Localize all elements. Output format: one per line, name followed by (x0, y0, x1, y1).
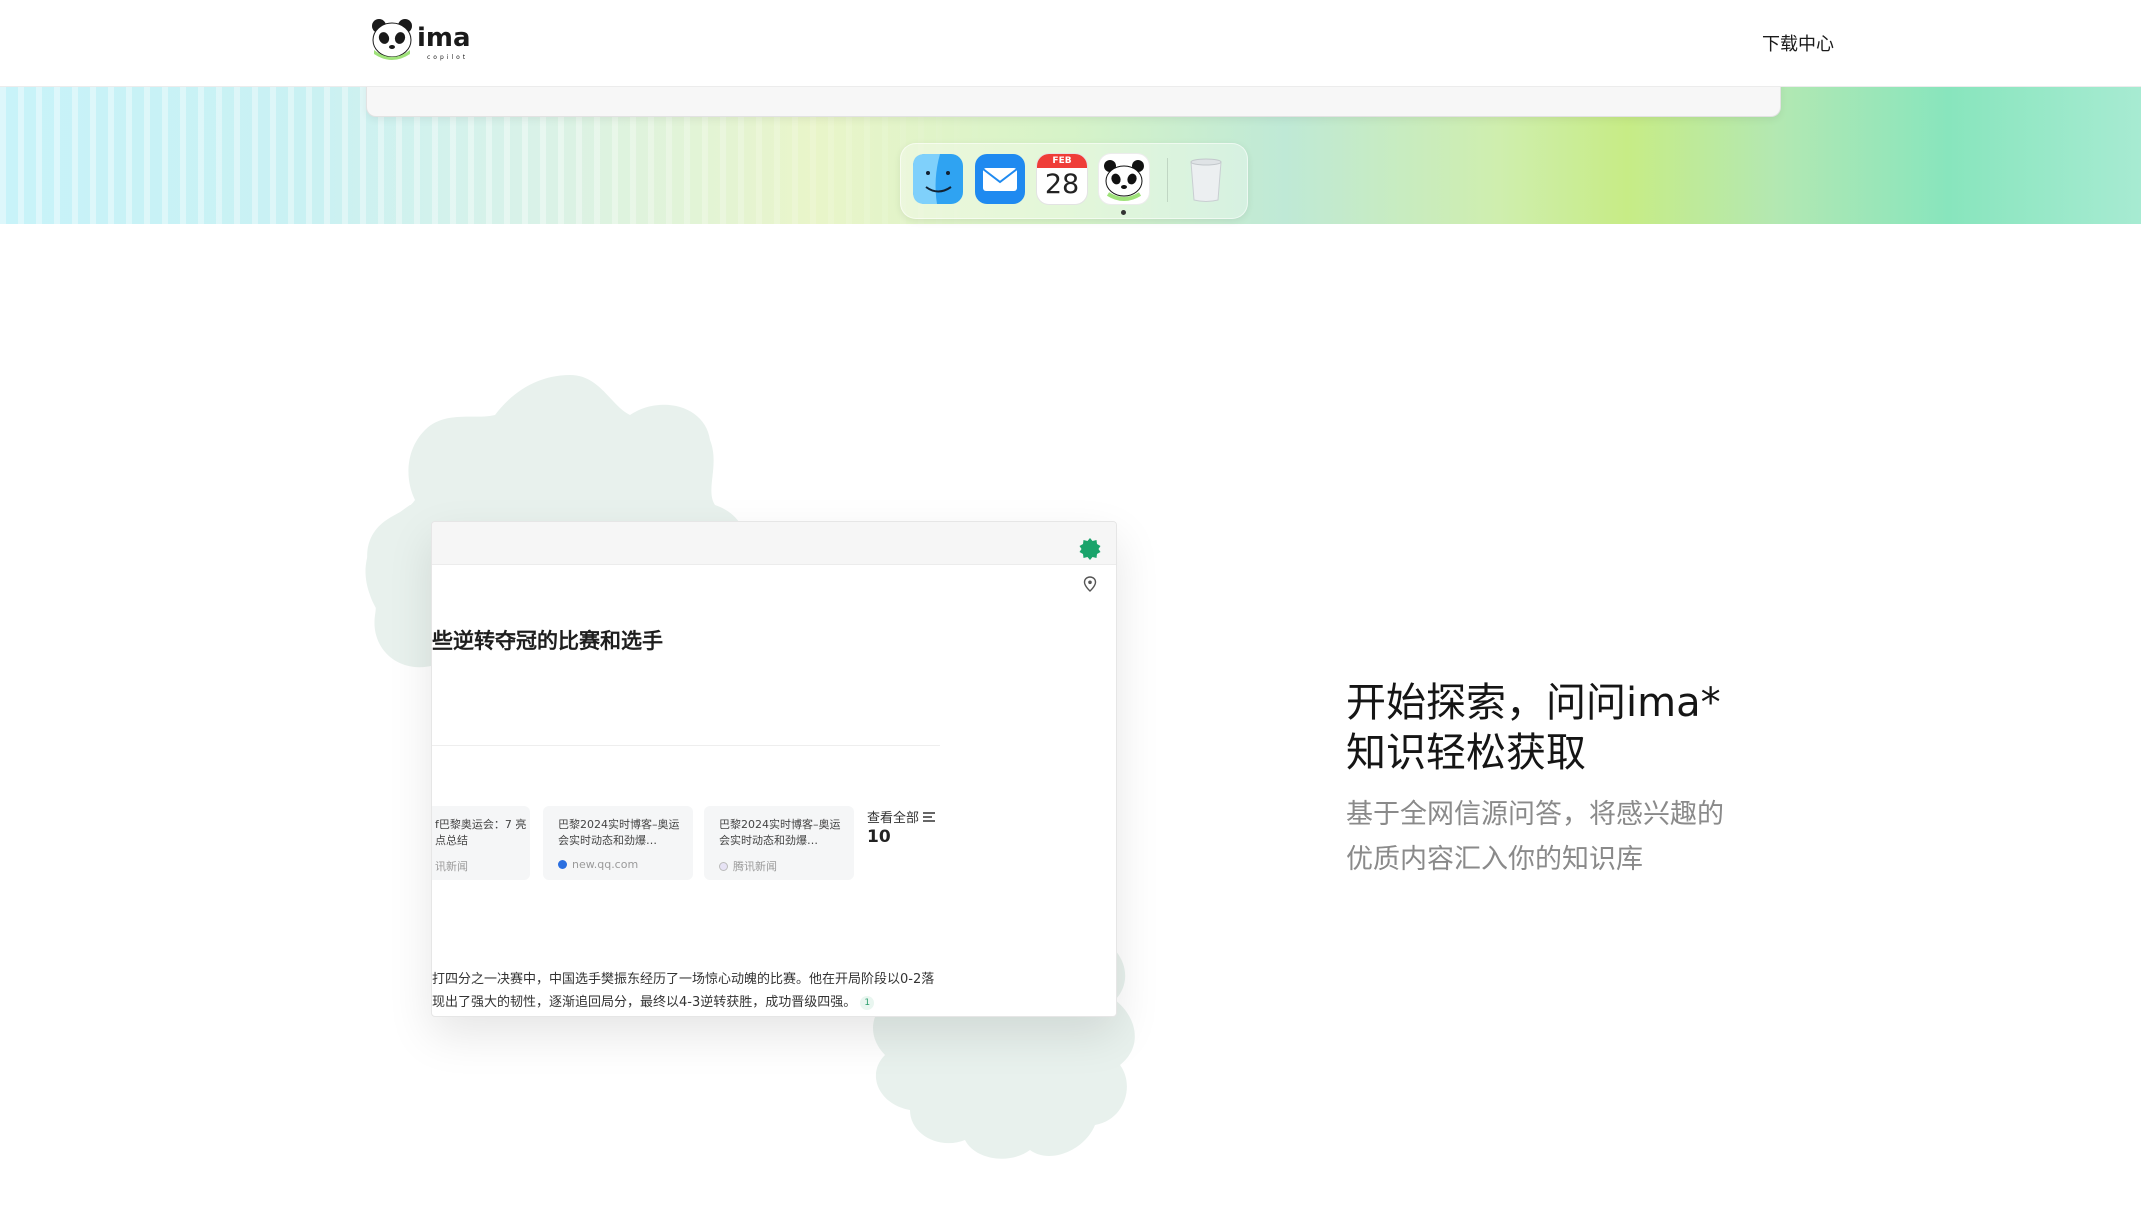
feature-heading: 开始探索，问问ima* 知识轻松获取 (1346, 678, 1906, 778)
source-site: new.qq.com (558, 858, 638, 871)
feature-description: 开始探索，问问ima* 知识轻松获取 基于全网信源问答，将感兴趣的 优质内容汇入… (1346, 678, 1906, 882)
location-pin-icon[interactable] (1083, 576, 1097, 592)
source-title: 巴黎2024实时博客–奥运会实时动态和劲爆… (719, 818, 841, 847)
calendar-month: FEB (1037, 154, 1087, 168)
source-card[interactable]: 巴黎2024实时博客–奥运会实时动态和劲爆… 腾讯新闻 (704, 806, 854, 880)
logo-wordmark: ima (417, 23, 471, 53)
mac-dock: FEB 28 (900, 143, 1248, 219)
sources-count: 10 (867, 827, 891, 847)
source-favicon-icon (558, 860, 567, 869)
source-card[interactable]: 巴黎2024实时博客–奥运会实时动态和劲爆… new.qq.com (543, 806, 693, 880)
active-app-indicator (1121, 210, 1126, 215)
source-site: 讯新闻 (435, 860, 468, 873)
source-title: 巴黎2024实时博客–奥运会实时动态和劲爆… (558, 818, 680, 847)
answer-title: 些逆转夺冠的比赛和选手 (432, 629, 663, 653)
trash-icon[interactable] (1181, 154, 1231, 204)
calendar-icon[interactable]: FEB 28 (1037, 154, 1087, 204)
feature-subtitle-line1: 基于全网信源问答，将感兴趣的 (1346, 799, 1724, 830)
ima-badge-icon (1079, 538, 1101, 560)
calendar-day: 28 (1044, 169, 1080, 200)
source-favicon-icon (719, 862, 728, 871)
answer-line: 打四分之一决赛中，中国选手樊振东经历了一场惊心动魄的比赛。他在开局阶段以0-2落 (432, 972, 935, 987)
card-toolbar (432, 522, 1116, 565)
card-divider (432, 745, 940, 746)
citation-marker[interactable]: 1 (860, 996, 875, 1010)
list-icon (923, 812, 936, 822)
top-nav-bar: ima copilot 下载中心 (0, 0, 2141, 87)
source-title: f巴黎奥运会：7 亮点总结 (435, 818, 527, 847)
ima-panda-icon[interactable] (1099, 154, 1149, 204)
feature-heading-line2: 知识轻松获取 (1346, 730, 1586, 776)
logo-subtext: copilot (427, 54, 468, 61)
feature-subtitle-line2: 优质内容汇入你的知识库 (1346, 844, 1643, 875)
answer-body-text: 打四分之一决赛中，中国选手樊振东经历了一场惊心动魄的比赛。他在开局阶段以0-2落… (432, 968, 952, 1014)
source-card[interactable]: f巴黎奥运会：7 亮点总结 讯新闻 (432, 806, 530, 880)
ima-logo[interactable]: ima copilot (371, 18, 486, 64)
answer-preview-card: 些逆转夺冠的比赛和选手 f巴黎奥运会：7 亮点总结 讯新闻 巴黎2024实时博客… (431, 521, 1117, 1017)
download-center-link[interactable]: 下载中心 (1762, 30, 1834, 56)
source-site: 腾讯新闻 (719, 858, 777, 874)
finder-icon[interactable] (913, 154, 963, 204)
answer-line: 现出了强大的韧性，逐渐追回局分，最终以4-3逆转获胜，成功晋级四强。 1 (432, 991, 952, 1014)
dock-divider (1167, 158, 1168, 202)
mail-icon[interactable] (975, 154, 1025, 204)
feature-subtitle: 基于全网信源问答，将感兴趣的 优质内容汇入你的知识库 (1346, 792, 1906, 882)
view-all-sources-button[interactable]: 查看全部 (867, 807, 936, 826)
feature-heading-line1: 开始探索，问问ima* (1346, 680, 1721, 726)
